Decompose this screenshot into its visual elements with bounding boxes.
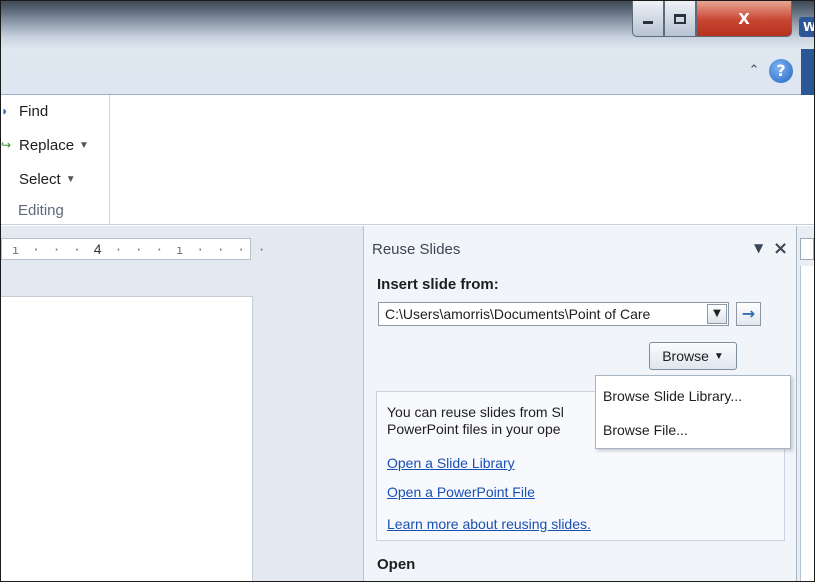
minimize-button[interactable] (632, 1, 664, 37)
replace-icon: ↪ (1, 138, 12, 152)
thumbnail-tab[interactable] (800, 238, 814, 260)
horizontal-ruler[interactable]: ı · · · 4 · · · ı · · · · (1, 238, 265, 260)
chevron-down-icon: ▼ (65, 173, 76, 185)
open-slide-library-link[interactable]: Open a Slide Library (387, 455, 515, 471)
title-bar: X W (1, 1, 814, 49)
close-button[interactable]: X (696, 1, 792, 37)
replace-button[interactable]: ↪ Replace ▼ (1, 133, 89, 157)
browse-menu: Browse Slide Library... Browse File... (595, 375, 791, 449)
learn-more-link[interactable]: Learn more about reusing slides. (387, 516, 591, 532)
minimize-icon (643, 21, 653, 24)
chevron-down-icon: ▼ (79, 139, 89, 151)
browse-slide-library-item[interactable]: Browse Slide Library... (603, 388, 742, 404)
replace-label: Replace (19, 136, 75, 154)
editing-group-label: Editing (18, 202, 64, 219)
binoculars-icon: ◗ (1, 104, 9, 118)
arrow-right-icon: → (741, 304, 756, 323)
word-app-tab-icon[interactable]: W (799, 17, 814, 37)
minimize-ribbon-icon[interactable]: ⌃ (745, 62, 763, 80)
ruler-ticks-left: ı · · · (12, 243, 94, 257)
app-window: X W ⌃ ? ◗ Find ↪ Replace ▼ Select ▼ Edit… (0, 0, 815, 582)
ruler-ticks-right: · · · ı · · · · (104, 243, 269, 257)
select-label: Select (19, 170, 61, 188)
slides-thumbnail-pane-edge (796, 226, 814, 581)
find-button[interactable]: ◗ Find (1, 99, 48, 123)
word-app-tab-edge (801, 49, 814, 95)
ruler-ticks: ı · · · 4 · · · ı · · · · (12, 239, 268, 260)
ribbon: ◗ Find ↪ Replace ▼ Select ▼ Editing (1, 95, 814, 225)
help-icon[interactable]: ? (769, 59, 793, 83)
document-area: ı · · · 4 · · · ı · · · · (1, 226, 363, 581)
find-label: Find (19, 102, 49, 120)
browse-button[interactable]: Browse ▼ (649, 342, 737, 370)
pane-options-icon[interactable]: ▼ (754, 241, 763, 255)
path-combobox[interactable]: C:\Users\amorris\Documents\Point of Care… (378, 302, 729, 326)
info-text: You can reuse slides from Sl PowerPoint … (387, 404, 617, 438)
info-line-1: You can reuse slides from Sl (387, 404, 564, 420)
ribbon-tab-row: ⌃ ? (1, 49, 814, 95)
open-powerpoint-file-link[interactable]: Open a PowerPoint File (387, 484, 535, 500)
path-value: C:\Users\amorris\Documents\Point of Care (385, 306, 651, 322)
browse-file-item[interactable]: Browse File... (603, 422, 688, 438)
thumbnail-edge (800, 266, 814, 581)
pane-title: Reuse Slides (372, 241, 461, 258)
open-section-label: Open (377, 556, 416, 573)
insert-slide-from-label: Insert slide from: (377, 276, 499, 293)
select-button[interactable]: Select ▼ (1, 167, 76, 191)
chevron-down-icon: ▼ (713, 350, 724, 362)
pane-header: Reuse Slides ▼ × (364, 236, 797, 264)
info-line-2: PowerPoint files in your ope (387, 421, 561, 437)
slide-page[interactable] (1, 296, 253, 581)
close-icon: X (738, 9, 750, 28)
editing-group: ◗ Find ↪ Replace ▼ Select ▼ Editing (1, 95, 110, 225)
pane-close-icon[interactable]: × (773, 238, 788, 259)
chevron-down-icon[interactable]: ▼ (707, 304, 727, 324)
browse-label: Browse (662, 348, 709, 364)
ruler-number: 4 (93, 241, 105, 257)
maximize-button[interactable] (664, 1, 696, 37)
go-button[interactable]: → (736, 302, 761, 326)
restore-icon (674, 13, 686, 24)
